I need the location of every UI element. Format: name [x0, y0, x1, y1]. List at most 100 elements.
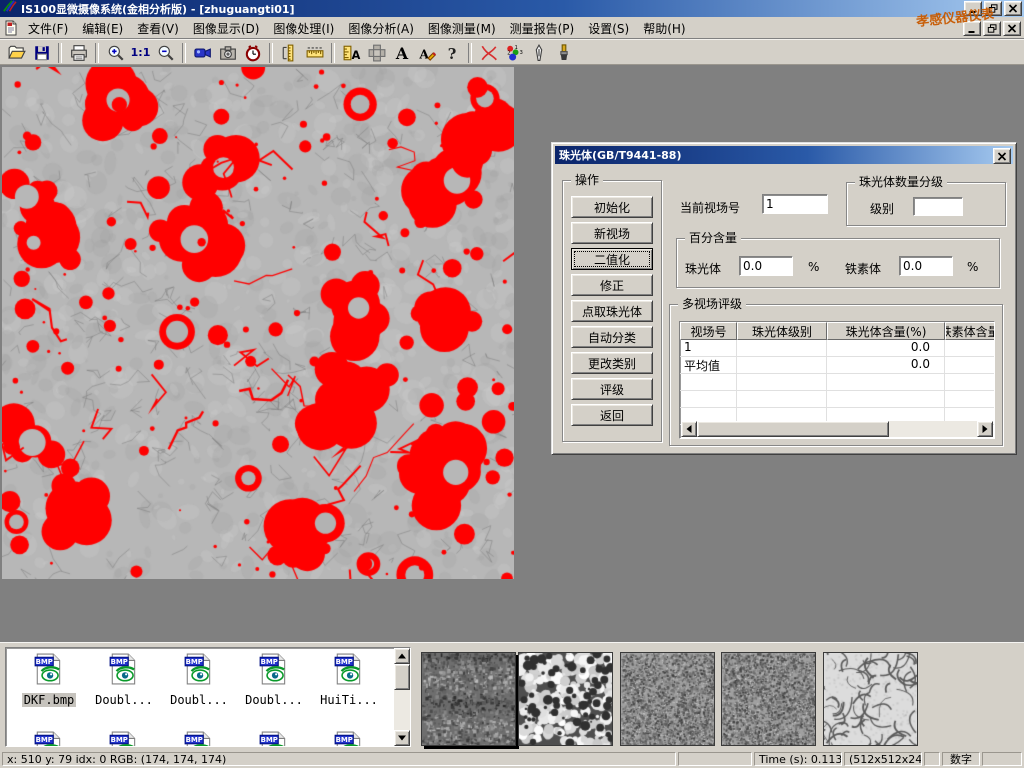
vscroll-thumb[interactable] — [394, 664, 410, 690]
mode-indicator: 数字 — [942, 752, 980, 766]
rating-cell — [945, 391, 995, 407]
paint-brush-button[interactable] — [551, 42, 576, 64]
ferrite-percent-unit: % — [967, 260, 978, 274]
menu-image-display[interactable]: 图像显示(D) — [186, 17, 267, 40]
file-item-dkf-bmp[interactable]: BMPDKF.bmp — [12, 653, 86, 708]
operation-initialize-button[interactable]: 初始化 — [571, 196, 653, 218]
menu-image-analysis[interactable]: 图像分析(A) — [341, 17, 421, 40]
dialog-title-bar[interactable]: 珠光体(GB/T9441-88) — [555, 146, 1013, 164]
file-item-partial[interactable]: BMP — [312, 731, 386, 747]
svg-text:BMP: BMP — [336, 736, 353, 744]
svg-text:BMP: BMP — [261, 658, 278, 666]
file-item-partial[interactable]: BMP — [237, 731, 311, 747]
mdi-child-close-button[interactable] — [1003, 21, 1021, 36]
rating-row-2[interactable] — [680, 374, 994, 391]
print-button[interactable] — [66, 42, 91, 64]
rating-cell — [737, 391, 827, 407]
metallograph-image-binarized[interactable] — [2, 67, 514, 579]
window-close-button[interactable] — [1004, 1, 1022, 16]
operation-rate-button[interactable]: 评级 — [571, 378, 653, 400]
thumbnail-fine-speckle-2[interactable] — [721, 652, 816, 746]
camera-capture-button[interactable] — [215, 42, 240, 64]
file-item-doubl-[interactable]: BMPDoubl... — [237, 653, 311, 708]
help-icon: ? — [443, 44, 461, 62]
operation-new-field-button[interactable]: 新视场 — [571, 222, 653, 244]
current-field-input[interactable] — [762, 194, 828, 214]
open-button[interactable] — [4, 42, 29, 64]
caliper-button[interactable] — [277, 42, 302, 64]
document-icon[interactable] — [3, 20, 19, 36]
zoom-out-button[interactable] — [153, 42, 178, 64]
status-empty-1 — [678, 752, 752, 766]
svg-text:A: A — [418, 46, 429, 61]
hscroll-left-button[interactable] — [681, 421, 697, 437]
menu-file[interactable]: 文件(F) — [21, 17, 75, 40]
file-item-partial[interactable]: BMP — [12, 731, 86, 747]
zoom-in-button[interactable] — [103, 42, 128, 64]
thumbnail-high-contrast-blobs[interactable] — [518, 652, 613, 746]
text-annotation-button[interactable]: A — [389, 42, 414, 64]
file-item-doubl-[interactable]: BMPDoubl... — [162, 653, 236, 708]
rating-table-hscrollbar[interactable] — [681, 421, 993, 437]
svg-text:BMP: BMP — [36, 658, 53, 666]
help-button[interactable]: ? — [439, 42, 464, 64]
video-capture-button[interactable] — [190, 42, 215, 64]
thumbnail-light-flakes[interactable] — [823, 652, 918, 746]
app-logo-icon — [2, 0, 17, 18]
scale-calibration-button[interactable]: A — [339, 42, 364, 64]
operation-correct-button[interactable]: 修正 — [571, 274, 653, 296]
hscroll-right-button[interactable] — [977, 421, 993, 437]
save-button[interactable] — [29, 42, 54, 64]
rating-row-0[interactable]: 10.0 — [680, 340, 994, 357]
menu-edit[interactable]: 编辑(E) — [75, 17, 130, 40]
menu-help[interactable]: 帮助(H) — [636, 17, 692, 40]
rating-row-3[interactable] — [680, 391, 994, 408]
menu-image-measure[interactable]: 图像测量(M) — [421, 17, 503, 40]
ferrite-percent-input[interactable] — [899, 256, 953, 276]
pearlite-percent-input[interactable] — [739, 256, 793, 276]
edit-annotation-button[interactable]: A — [414, 42, 439, 64]
timer-button[interactable] — [240, 42, 265, 64]
menu-measure-report[interactable]: 测量报告(P) — [503, 17, 582, 40]
grade-label: 级别 — [870, 200, 894, 217]
file-item-partial[interactable]: BMP — [87, 731, 161, 747]
status-bar: x: 510 y: 79 idx: 0 RGB: (174, 174, 174)… — [0, 750, 1024, 768]
percent-content-group: 百分含量 珠光体 % 铁素体 % — [676, 238, 1000, 288]
toolbar-separator — [331, 43, 335, 63]
grade-input[interactable] — [913, 197, 963, 216]
pearlite-rating-dialog: 珠光体(GB/T9441-88) 操作 当前视场号 珠光体数量分级 级别 — [551, 142, 1017, 455]
actual-size-button[interactable]: 1:1 — [128, 42, 153, 64]
file-item-partial[interactable]: BMP — [162, 731, 236, 747]
operation-return-button[interactable]: 返回 — [571, 404, 653, 426]
curve-measure-button[interactable] — [476, 42, 501, 64]
ruler-button[interactable] — [302, 42, 327, 64]
file-item-huiti-[interactable]: BMPHuiTi... — [312, 653, 386, 708]
menu-settings[interactable]: 设置(S) — [581, 17, 636, 40]
title-bar[interactable]: IS100显微摄像系统(金相分析版) - [zhuguangti01] — [0, 0, 1024, 17]
rating-header-1: 珠光体级别 — [737, 322, 827, 340]
file-browser-vscrollbar[interactable] — [394, 648, 410, 746]
operation-binarize-button[interactable]: 二值化 — [571, 248, 653, 270]
vscroll-up-button[interactable] — [394, 648, 410, 664]
rating-cell: 0.0 — [827, 340, 945, 356]
operation-change-class-button[interactable]: 更改类别 — [571, 352, 653, 374]
rating-cell — [737, 374, 827, 390]
file-item-doubl-[interactable]: BMPDoubl... — [87, 653, 161, 708]
processing-time: Time (s): 0.113 — [754, 752, 842, 766]
image-size: (512x512x24) — [844, 752, 922, 766]
operation-pick-pearlite-button[interactable]: 点取珠光体 — [571, 300, 653, 322]
rating-row-1[interactable]: 平均值0.0 — [680, 357, 994, 374]
thumbnail-dark-coarse[interactable] — [421, 652, 516, 746]
operation-auto-classify-button[interactable]: 自动分类 — [571, 326, 653, 348]
menu-image-process[interactable]: 图像处理(I) — [266, 17, 341, 40]
menu-view[interactable]: 查看(V) — [130, 17, 186, 40]
thumbnail-fine-speckle[interactable] — [620, 652, 715, 746]
grid-button[interactable] — [364, 42, 389, 64]
bmp-file-icon: BMP — [237, 731, 311, 747]
point-pick-button[interactable] — [526, 42, 551, 64]
dialog-close-button[interactable] — [993, 148, 1011, 164]
vscroll-down-button[interactable] — [394, 730, 410, 746]
toolbar: 1:1AAA?132 — [0, 39, 1024, 65]
hscroll-thumb[interactable] — [697, 421, 889, 437]
phase-classify-button[interactable]: 132 — [501, 42, 526, 64]
